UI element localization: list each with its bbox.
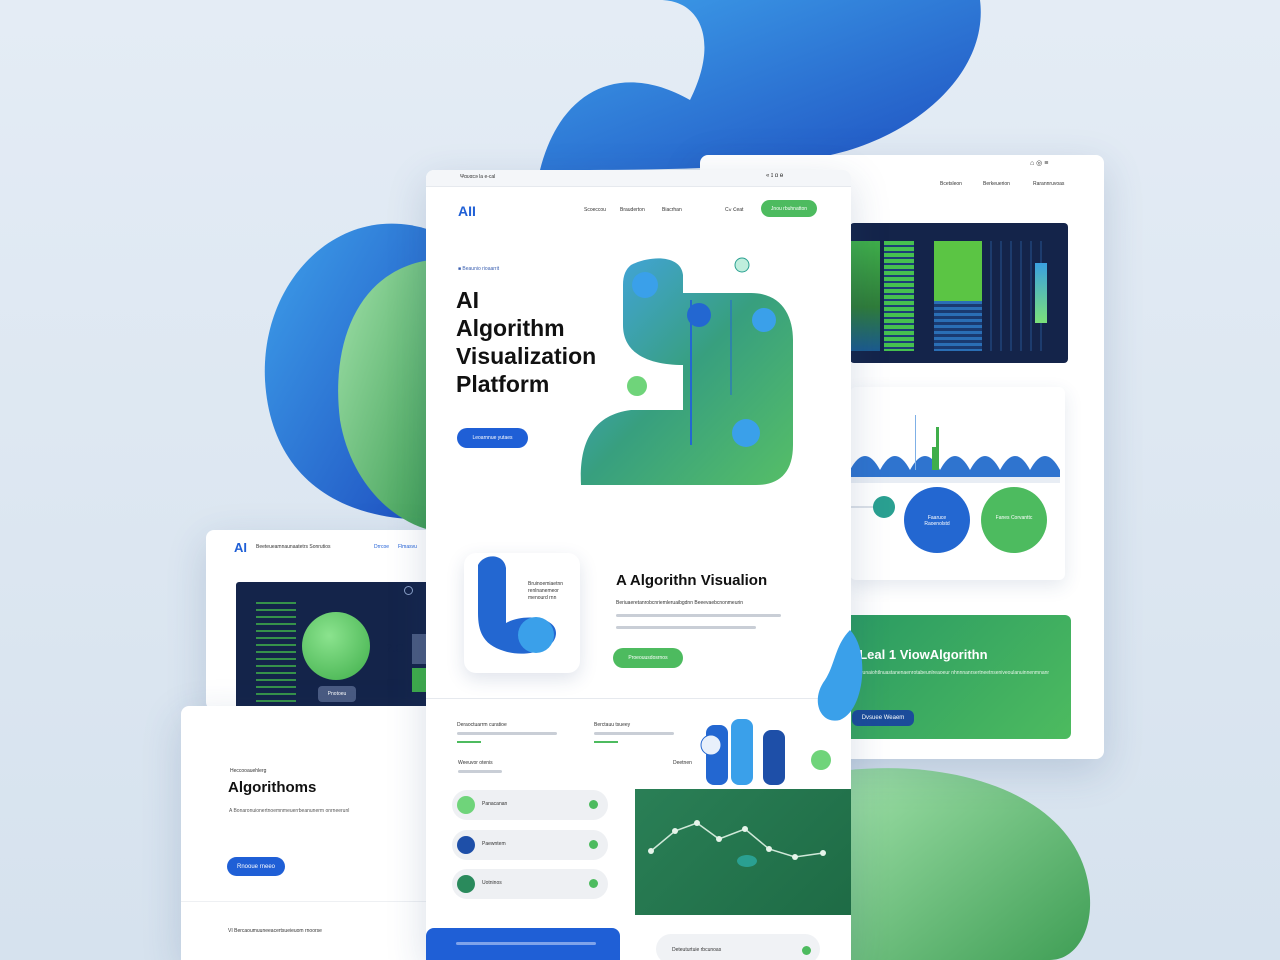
hero-eyebrow: ■ Beaunio rioaarrit <box>458 266 500 272</box>
feature-button[interactable]: Proeouusdosrnos <box>613 648 683 668</box>
text-placeholder <box>616 614 781 617</box>
wave-chart-card: Faaruce Raoenolstd Fanes Corvanttc <box>850 387 1065 580</box>
list-item[interactable]: Panacanan <box>452 790 608 820</box>
green-orb <box>302 612 370 680</box>
left-card-button[interactable]: Rnooue rneeo <box>227 857 285 876</box>
topbar-icons[interactable]: « ɪ ɑ ɵ <box>766 173 783 179</box>
list-item[interactable]: Paewntem <box>452 830 608 860</box>
list-item-label: Uotninos <box>482 880 502 886</box>
text-placeholder <box>458 770 502 773</box>
chart-label: Deetnen <box>673 760 692 766</box>
left-nav-item[interactable]: Drrcoe <box>374 544 389 550</box>
left-desc: A Bonaronuionertnoemnmeuerrbeanunerm onr… <box>229 808 350 814</box>
wave-chart <box>850 415 1060 553</box>
nav-extra[interactable]: Ϲⅴ Ⅽeat <box>725 207 743 213</box>
left-eyebrow: Heccooauehlerg <box>230 768 267 774</box>
browser-topbar: Ψαυαcə la e-cal « ɪ ɑ ɵ <box>426 170 851 187</box>
item-icon <box>457 875 475 893</box>
text-placeholder <box>457 732 557 735</box>
line-chart <box>648 820 826 867</box>
circle-label-green: Fanes Corvanttc <box>995 515 1033 521</box>
text-placeholder <box>456 942 596 945</box>
right-nav-item[interactable]: Bcetsleon <box>940 181 962 187</box>
left-nav-text[interactable]: Beeteueamnaunaatetrs Sonrutios <box>256 544 331 550</box>
item-icon <box>457 836 475 854</box>
nav-item[interactable]: Biacrhan <box>662 207 682 213</box>
pill-icon <box>802 946 811 955</box>
left-nav-item[interactable]: Flmasvu <box>398 544 417 550</box>
line-chart-panel <box>635 789 851 915</box>
main-logo[interactable]: AII <box>458 203 476 219</box>
chevron-icon <box>589 800 598 809</box>
right-panel-icons: ⌂ ◎ ≡ <box>1030 160 1049 167</box>
chevron-icon <box>589 840 598 849</box>
right-nav-item[interactable]: Rarannruvoas <box>1033 181 1064 187</box>
left-dashboard-card: AI Beeteueamnaunaatetrs Sonrutios Drrcoe… <box>206 530 436 710</box>
topbar-title: Ψαυαcə la e-cal <box>460 174 496 180</box>
green-card-text: Bnerunaiohtlnuastanenaenrotabeunlreaoeur… <box>852 670 1050 676</box>
bottom-pill-text: Deteuturtuie rbcunoas <box>672 947 722 953</box>
left-title: Algorithoms <box>228 779 317 796</box>
close-icon[interactable] <box>404 586 413 595</box>
main-page-card: Ψαυαcə la e-cal « ɪ ɑ ɵ AII Scoeccou Bra… <box>426 170 851 960</box>
bottom-blue-card <box>426 928 620 960</box>
heatmap-screen <box>850 223 1068 363</box>
list-item-label: Panacanan <box>482 801 508 807</box>
floating-blob <box>817 630 863 721</box>
chevron-icon <box>589 879 598 888</box>
column-title: Berctauu tsueey <box>594 722 631 728</box>
feature-title: A Algorithn Visualion <box>616 572 768 589</box>
text-placeholder <box>616 626 756 629</box>
list-heading: Weeuvor otenis <box>458 760 493 766</box>
nav-item[interactable]: Scoeccou <box>584 207 606 213</box>
feature-card-text: Bruinoemiaetnn renlnanemeor menourd rnn <box>528 581 564 601</box>
bottom-search-pill[interactable]: Deteuturtuie rbcunoas <box>656 934 820 960</box>
green-promo-card: eLeal 1 ViowAlgorithn Bnerunaiohtlnuasta… <box>838 615 1071 739</box>
green-card-title: eLeal 1 ViowAlgorithn <box>852 647 988 662</box>
left-footer-text: VI Bercaoumuuneeacertsueieuom rnoorse <box>228 928 322 934</box>
left-info-card: Heccooauehlerg Algorithoms A Bonaronuion… <box>181 706 441 960</box>
left-dark-screen: Pnotoeu <box>236 582 436 710</box>
list-item[interactable]: Uotninos <box>452 869 608 899</box>
nav-item[interactable]: Brauderton <box>620 207 645 213</box>
screen-button[interactable]: Pnotoeu <box>318 686 356 702</box>
list-item-label: Paewntem <box>482 841 506 847</box>
nav-cta-button[interactable]: Jnou rbuhnatton <box>761 200 817 217</box>
feature-3d-icon <box>478 556 556 654</box>
item-icon <box>457 796 475 814</box>
circle-label-blue: Faaruce Raoenolstd <box>924 515 950 527</box>
hero-illustration <box>580 257 793 485</box>
hero-button[interactable]: Leoarnnue yutaes <box>457 428 528 448</box>
left-logo[interactable]: AI <box>234 540 247 555</box>
right-nav-item[interactable]: Berkeuerion <box>983 181 1010 187</box>
feature-desc: Beriuaeretanrobcnriemleruaibgdnn Beeevae… <box>616 600 744 606</box>
screen-value: ?.C <box>386 642 404 655</box>
column-title: Deraoctuarrm curatioe <box>457 722 507 728</box>
feature-card: Bruinoemiaetnn renlnanemeor menourd rnn <box>464 553 580 673</box>
